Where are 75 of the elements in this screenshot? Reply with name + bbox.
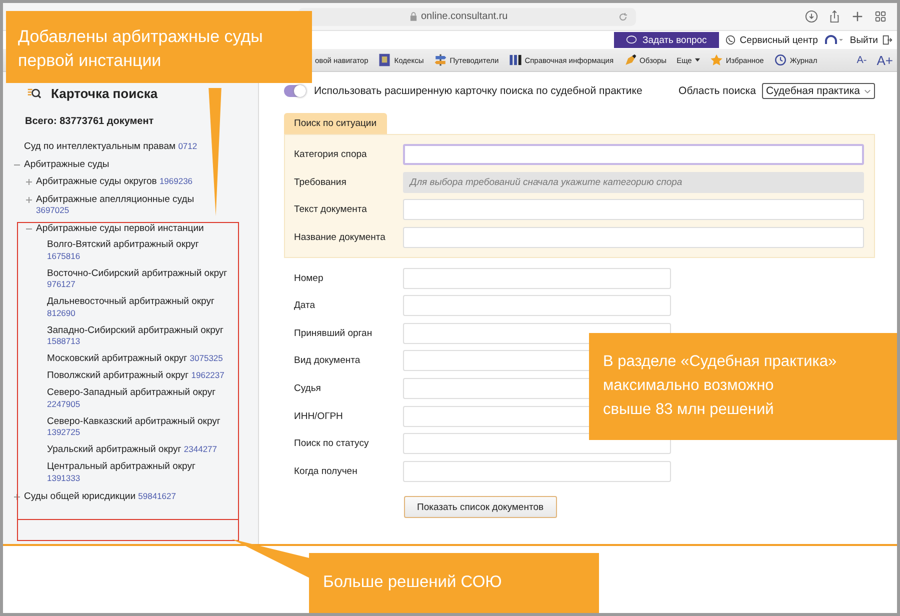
input-field[interactable] <box>403 460 671 482</box>
field-label: Когда получен <box>294 466 358 477</box>
field-label: Принявший орган <box>294 328 374 339</box>
field-label: Текст документа <box>294 204 368 216</box>
field-label: ИНН/ОГРН <box>294 410 344 422</box>
address-bar[interactable]: online.consultant.ru <box>298 8 636 26</box>
tree-item[interactable]: Северо-Западный арбитражный округ 2247905 <box>47 387 229 410</box>
expand-icon[interactable] <box>13 492 21 500</box>
phone-icon <box>724 35 736 45</box>
tree-item[interactable]: Восточно-Сибирский арбитражный округ 976127 <box>47 268 229 290</box>
toggle-label: Использовать расширенную карточку поиска по судебной практике <box>314 85 642 97</box>
decrease-font-button[interactable]: A- <box>856 54 867 66</box>
tree-item[interactable]: Арбитражные апелляционные суды 3697025 <box>36 194 216 216</box>
tree-item[interactable]: Суды общей юрисдикции 59841627 <box>24 490 176 502</box>
input-field[interactable] <box>403 199 864 220</box>
tree-item[interactable]: Арбитражные суды округов 1969236 <box>36 176 193 188</box>
field-label: Номер <box>294 272 324 284</box>
tree-item[interactable]: Поволжский арбитражный округ 1962237 <box>47 370 224 382</box>
document-total: Всего: 83773761 документ <box>25 116 155 127</box>
chevron-icon <box>864 88 871 94</box>
exit-icon <box>882 35 893 45</box>
star-icon <box>710 53 723 67</box>
search-icon <box>27 86 41 100</box>
field-label: Дата <box>294 300 316 312</box>
input-field[interactable] <box>403 268 671 289</box>
tree-item[interactable]: Волго-Вятский арбитражный округ 1675816 <box>47 239 229 262</box>
headset-icon[interactable] <box>824 35 844 45</box>
input-field[interactable] <box>403 433 671 454</box>
callout-tooltip: Добавлены арбитражные суды первой инстанции <box>6 11 312 83</box>
url-text: online.consultant.ru <box>421 11 509 22</box>
sidebar-title: Карточка поиска <box>51 86 158 100</box>
toggle-switch[interactable] <box>284 85 306 97</box>
plus-icon[interactable] <box>851 10 864 23</box>
caret-icon <box>694 58 700 62</box>
tree-item[interactable]: Уральский арбитражный округ 2344277 <box>47 444 218 456</box>
book-icon <box>378 53 392 67</box>
share-icon[interactable] <box>828 10 841 23</box>
logout-link[interactable]: Выйти <box>850 34 893 46</box>
reload-icon[interactable] <box>618 12 628 22</box>
ask-question-button[interactable]: Задать вопрос <box>614 32 719 48</box>
tabs-grid-icon[interactable] <box>874 10 887 23</box>
tree-item[interactable]: Арбитражные суды <box>24 158 110 170</box>
signpost-icon <box>434 53 447 67</box>
field-label: Название документа <box>294 232 386 244</box>
search-area-label: Область поиска <box>678 85 756 97</box>
field-label: Категория спора <box>294 149 368 160</box>
field-label: Вид документа <box>294 355 362 366</box>
tree-item[interactable]: Суд по интеллектуальным правам 0712 <box>24 141 198 152</box>
search-area-dropdown[interactable]: Судебная практика <box>762 83 875 99</box>
callout-tooltip: В разделе «Судебная практика» максимально возможно свыше 83 млн решений <box>589 333 897 440</box>
input-field[interactable] <box>403 227 864 248</box>
tree-item[interactable]: Северо-Кавказский арбитражный округ 1392725 <box>47 416 229 438</box>
tree-item[interactable]: Западно-Сибирский арбитражный округ 1588713 <box>47 324 229 348</box>
history-icon <box>774 53 787 67</box>
expand-icon[interactable] <box>25 178 33 186</box>
service-center-link[interactable]: Сервисный центр <box>724 34 818 46</box>
tree-item[interactable]: Московский арбитражный округ 3075325 <box>47 353 223 364</box>
show-documents-button[interactable]: Показать список документов <box>404 496 557 518</box>
chat-bubble-icon <box>626 35 637 45</box>
input-field[interactable] <box>403 295 671 316</box>
tree-item[interactable]: Дальневосточный арбитражный округ 812690 <box>47 296 229 319</box>
expand-icon[interactable] <box>25 196 33 204</box>
callout-tooltip: Больше решений СОЮ <box>309 553 599 613</box>
field-label: Судья <box>294 383 322 394</box>
field-label: Требования <box>294 176 348 188</box>
tab[interactable]: Поиск по ситуации <box>284 113 387 134</box>
binders-icon <box>508 53 522 67</box>
field-label: Поиск по статусу <box>294 438 370 450</box>
input-field[interactable] <box>403 144 864 166</box>
tree-item[interactable]: Центральный арбитражный округ 1391333 <box>47 461 229 484</box>
increase-font-button[interactable]: A+ <box>876 52 893 68</box>
download-icon[interactable] <box>805 10 818 23</box>
lock-icon <box>410 12 417 21</box>
pen-icon <box>624 53 637 67</box>
tree-item[interactable]: Арбитражные суды первой инстанции <box>36 222 204 234</box>
